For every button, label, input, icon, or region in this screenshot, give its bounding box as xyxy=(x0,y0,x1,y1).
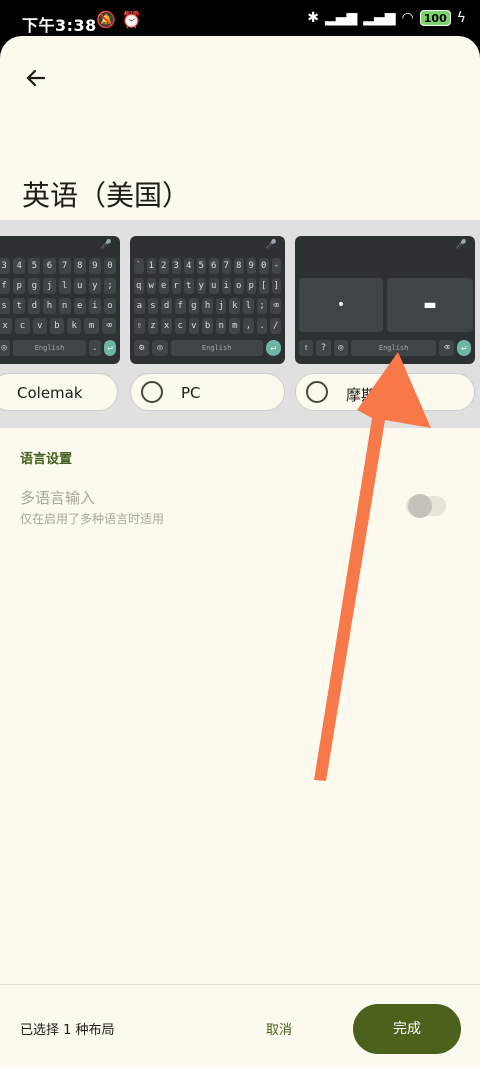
layout-radio-morse[interactable] xyxy=(306,381,328,403)
layout-label-morse: 摩斯 xyxy=(346,386,377,404)
signal-icon: ▂▄▆ xyxy=(324,10,358,26)
alarm-icon: ⏰ xyxy=(121,10,142,29)
morse-dash-key: ▬ xyxy=(387,278,473,332)
layout-option-pc[interactable]: PC xyxy=(130,373,285,411)
layout-carousel[interactable]: 🎤 34567890 f p g j l u y; stdhneio x c v b k m ⌫ ◎ En… xyxy=(0,220,480,428)
back-arrow-icon[interactable] xyxy=(20,62,52,94)
bottom-bar: 已选择 1 种布局 取消 完成 xyxy=(0,984,480,1067)
wifi-icon: ◠ xyxy=(401,10,414,26)
layout-label-colemak: Colemak xyxy=(17,384,83,402)
keyboard-preview-pc[interactable]: 🎤 ` 1 2 3 4 5 6 7 8 9 0- q w e r t y u i o p[] a s d f g h j k l; ⌫ … xyxy=(130,236,285,364)
layout-radio-pc[interactable] xyxy=(141,381,163,403)
status-time: 下午3:38 xyxy=(22,16,97,35)
multilang-toggle[interactable] xyxy=(406,494,446,518)
microphone-icon: 🎤 xyxy=(265,240,277,250)
keyboard-preview-morse[interactable]: 🎤 • ▬ ⇧? ◎ English ⌫ ↵ xyxy=(295,236,475,364)
multilang-input-subtitle: 仅在启用了多种语言时适用 xyxy=(20,512,165,526)
battery-icon: 100 xyxy=(419,10,451,26)
layout-option-colemak[interactable]: Colemak xyxy=(0,373,118,411)
microphone-icon: 🎤 xyxy=(100,240,112,250)
layout-option-morse[interactable]: 摩斯 xyxy=(295,373,475,411)
multilang-input-title: 多语言输入 xyxy=(20,489,96,507)
toggle-knob xyxy=(408,494,432,518)
signal-icon-2: ▂▄▆ xyxy=(363,10,396,26)
language-settings-header: 语言设置 xyxy=(20,452,73,467)
page-title: 英语（美国） xyxy=(22,179,191,212)
keyboard-preview-colemak[interactable]: 🎤 34567890 f p g j l u y; stdhneio x c v b k m ⌫ ◎ En… xyxy=(0,236,120,364)
cancel-button[interactable]: 取消 xyxy=(266,1019,292,1038)
selected-count-text: 已选择 1 种布局 xyxy=(20,1023,115,1038)
layout-settings-page: 英语（美国） 🎤 34567890 f p g j l u y; stdhneio xcvb… xyxy=(0,36,480,1067)
morse-dot-key: • xyxy=(299,278,383,332)
charging-icon: ϟ xyxy=(456,10,466,26)
mute-notification-icon: 🔕 xyxy=(96,10,116,29)
microphone-icon: 🎤 xyxy=(455,240,467,250)
layout-label-pc: PC xyxy=(181,384,201,402)
bluetooth-icon: ✱ xyxy=(307,10,319,26)
done-button[interactable]: 完成 xyxy=(353,1004,461,1054)
